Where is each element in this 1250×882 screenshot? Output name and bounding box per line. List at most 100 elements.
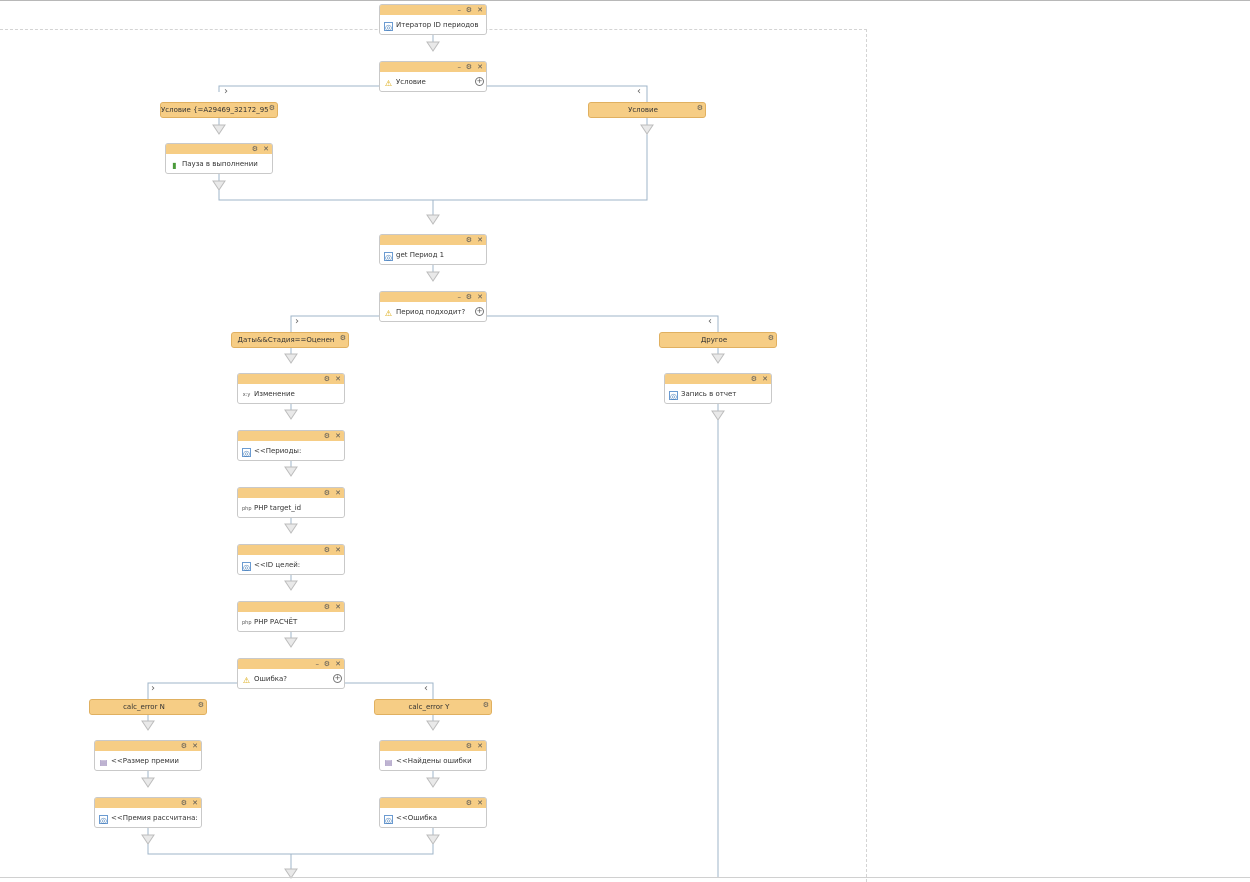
block-header[interactable]: ⚙ ✕ xyxy=(380,798,486,808)
close-icon[interactable]: ✕ xyxy=(477,235,483,245)
bonus-calculated-block[interactable]: ⚙ ✕ ◎ <<Премия рассчитана: xyxy=(94,797,202,828)
add-branch-icon[interactable]: + xyxy=(333,674,342,683)
block-header[interactable]: ⚙ ✕ xyxy=(166,144,272,154)
gear-icon[interactable]: ⚙ xyxy=(768,334,774,342)
close-icon[interactable]: ✕ xyxy=(192,798,198,808)
gear-icon[interactable]: ⚙ xyxy=(751,374,757,384)
close-icon[interactable]: ✕ xyxy=(335,659,341,669)
workflow-canvas[interactable]: › ‹ › ‹ › ‹ – ⚙ ✕ ◎ Итератор ID периодов – ⚙ ✕ ⚠ Услови… xyxy=(0,0,1250,882)
gear-icon[interactable]: ⚙ xyxy=(466,5,472,15)
php-target-block[interactable]: ⚙ ✕ php PHP target_id xyxy=(237,487,345,518)
condition-icon: ⚠ xyxy=(384,79,393,88)
log-icon: ◎ xyxy=(242,448,251,458)
gear-icon[interactable]: ⚙ xyxy=(324,374,330,384)
connector xyxy=(218,85,379,92)
gear-icon[interactable]: ⚙ xyxy=(252,144,258,154)
branch-calc-error-y[interactable]: calc_error Y ⚙ xyxy=(374,699,492,715)
close-icon[interactable]: ✕ xyxy=(335,602,341,612)
log-periods-block[interactable]: ⚙ ✕ ◎ <<Периоды: xyxy=(237,430,345,461)
collapse-left-icon[interactable]: ‹ xyxy=(708,317,712,327)
add-branch-icon[interactable]: + xyxy=(475,77,484,86)
gear-icon[interactable]: ⚙ xyxy=(269,104,275,112)
get-period-block[interactable]: ⚙ ✕ ◎ get Период 1 xyxy=(379,234,487,265)
branch-condition-b[interactable]: Условие ⚙ xyxy=(588,102,706,118)
gear-icon[interactable]: ⚙ xyxy=(181,798,187,808)
close-icon[interactable]: ✕ xyxy=(263,144,269,154)
gear-icon[interactable]: ⚙ xyxy=(466,798,472,808)
close-icon[interactable]: ✕ xyxy=(335,431,341,441)
close-icon[interactable]: ✕ xyxy=(335,374,341,384)
gear-icon[interactable]: ⚙ xyxy=(466,741,472,751)
block-header[interactable]: – ⚙ ✕ xyxy=(380,5,486,15)
collapse-right-icon[interactable]: › xyxy=(224,87,228,97)
gear-icon[interactable]: ⚙ xyxy=(697,104,703,112)
block-header[interactable]: ⚙ ✕ xyxy=(95,741,201,751)
branch-dates-stage[interactable]: Даты&&Стадия==Оценен ⚙ xyxy=(231,332,349,348)
close-icon[interactable]: ✕ xyxy=(335,488,341,498)
block-header[interactable]: ⚙ ✕ xyxy=(238,602,344,612)
gear-icon[interactable]: ⚙ xyxy=(466,292,472,302)
gear-icon[interactable]: ⚙ xyxy=(324,488,330,498)
collapse-right-icon[interactable]: › xyxy=(295,317,299,327)
gear-icon[interactable]: ⚙ xyxy=(324,659,330,669)
gear-icon[interactable]: ⚙ xyxy=(324,602,330,612)
minimize-icon[interactable]: – xyxy=(316,659,320,669)
gear-icon[interactable]: ⚙ xyxy=(181,741,187,751)
gear-icon[interactable]: ⚙ xyxy=(324,431,330,441)
minimize-icon[interactable]: – xyxy=(458,292,462,302)
close-icon[interactable]: ✕ xyxy=(477,5,483,15)
pause-block[interactable]: ⚙ ✕ ▮ Пауза в выполнении xyxy=(165,143,273,174)
database-icon: ▤ xyxy=(99,758,108,767)
close-icon[interactable]: ✕ xyxy=(477,741,483,751)
errors-found-block[interactable]: ⚙ ✕ ▤ <<Найдены ошибки xyxy=(379,740,487,771)
gear-icon[interactable]: ⚙ xyxy=(340,334,346,342)
gear-icon[interactable]: ⚙ xyxy=(483,701,489,709)
report-block[interactable]: ⚙ ✕ ◎ Запись в отчет xyxy=(664,373,772,404)
close-icon[interactable]: ✕ xyxy=(477,292,483,302)
collapse-left-icon[interactable]: ‹ xyxy=(637,87,641,97)
php-calc-block[interactable]: ⚙ ✕ php PHP РАСЧЁТ xyxy=(237,601,345,632)
error-check-block[interactable]: – ⚙ ✕ ⚠ Ошибка? + xyxy=(237,658,345,689)
block-header[interactable]: ⚙ ✕ xyxy=(238,374,344,384)
change-block[interactable]: ⚙ ✕ x:y Изменение xyxy=(237,373,345,404)
add-branch-icon[interactable]: + xyxy=(475,307,484,316)
minimize-icon[interactable]: – xyxy=(458,62,462,72)
connector xyxy=(345,682,434,699)
block-header[interactable]: ⚙ ✕ xyxy=(238,488,344,498)
collapse-left-icon[interactable]: ‹ xyxy=(424,684,428,694)
close-icon[interactable]: ✕ xyxy=(335,545,341,555)
block-header[interactable]: ⚙ ✕ xyxy=(380,235,486,245)
close-icon[interactable]: ✕ xyxy=(477,62,483,72)
iterator-icon: ◎ xyxy=(384,22,393,32)
close-icon[interactable]: ✕ xyxy=(192,741,198,751)
gear-icon[interactable]: ⚙ xyxy=(466,235,472,245)
gear-icon[interactable]: ⚙ xyxy=(466,62,472,72)
block-header[interactable]: ⚙ ✕ xyxy=(95,798,201,808)
block-header[interactable]: ⚙ ✕ xyxy=(238,431,344,441)
gear-icon[interactable]: ⚙ xyxy=(324,545,330,555)
flow-arrow xyxy=(426,720,440,731)
bonus-size-block[interactable]: ⚙ ✕ ▤ <<Размер премии xyxy=(94,740,202,771)
period-check-block[interactable]: – ⚙ ✕ ⚠ Период подходит? + xyxy=(379,291,487,322)
iterator-block[interactable]: – ⚙ ✕ ◎ Итератор ID периодов xyxy=(379,4,487,35)
block-label: PHP РАСЧЁТ xyxy=(254,618,298,626)
block-label: <<Премия рассчитана: xyxy=(111,814,198,822)
error-block[interactable]: ⚙ ✕ ◎ <<Ошибка xyxy=(379,797,487,828)
branch-condition-a[interactable]: Условие {=A29469_32172_95... ⚙ xyxy=(160,102,278,118)
close-icon[interactable]: ✕ xyxy=(477,798,483,808)
minimize-icon[interactable]: – xyxy=(458,5,462,15)
block-header[interactable]: – ⚙ ✕ xyxy=(238,659,344,669)
branch-other[interactable]: Другое ⚙ xyxy=(659,332,777,348)
close-icon[interactable]: ✕ xyxy=(762,374,768,384)
block-header[interactable]: – ⚙ ✕ xyxy=(380,292,486,302)
gear-icon[interactable]: ⚙ xyxy=(198,701,204,709)
condition-block[interactable]: – ⚙ ✕ ⚠ Условие + xyxy=(379,61,487,92)
collapse-right-icon[interactable]: › xyxy=(151,684,155,694)
branch-label: calc_error Y xyxy=(408,703,450,711)
log-goals-block[interactable]: ⚙ ✕ ◎ <<ID целей: xyxy=(237,544,345,575)
block-header[interactable]: ⚙ ✕ xyxy=(380,741,486,751)
block-header[interactable]: – ⚙ ✕ xyxy=(380,62,486,72)
branch-calc-error-n[interactable]: calc_error N ⚙ xyxy=(89,699,207,715)
block-header[interactable]: ⚙ ✕ xyxy=(665,374,771,384)
block-header[interactable]: ⚙ ✕ xyxy=(238,545,344,555)
